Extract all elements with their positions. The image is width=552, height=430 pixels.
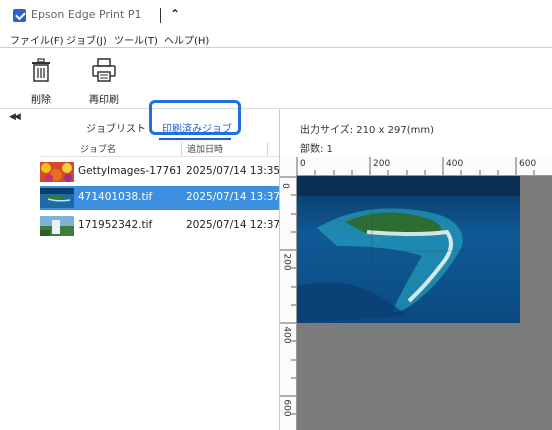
job-date: 2025/07/14 13:37 xyxy=(186,191,279,203)
flowers-thumbnail xyxy=(40,162,74,182)
ruler-label: 0 xyxy=(300,159,306,169)
callout-highlight xyxy=(149,100,241,135)
ruler-label: 400 xyxy=(446,159,464,169)
ruler-label: 200 xyxy=(373,159,391,169)
menu-bar: ファイル(F) ジョブ(J) ツール(T) ヘルプ(H) xyxy=(0,30,552,48)
reprint-label: 再印刷 xyxy=(89,95,119,106)
horizontal-ruler: 0 200 400 600 xyxy=(280,157,552,176)
horizontal-ruler-ticks xyxy=(296,157,535,175)
menu-file[interactable]: ファイル(F) xyxy=(10,32,64,47)
collapse-ribbon-icon[interactable]: ⌃ xyxy=(170,7,180,21)
vertical-ruler-ticks xyxy=(280,176,296,415)
print-preview-image xyxy=(297,176,520,323)
title-bar: Epson Edge Print P1 ⌃ xyxy=(0,0,552,30)
reprint-button[interactable]: 再印刷 xyxy=(80,54,128,106)
menu-job[interactable]: ジョブ(J) xyxy=(66,32,107,47)
ruler-label: 600 xyxy=(519,159,537,169)
table-row-selected[interactable]: 471401038.tif 2025/07/14 13:37 xyxy=(40,186,279,210)
delete-button[interactable]: 削除 xyxy=(17,54,65,106)
tab-job-list[interactable]: ジョブリスト xyxy=(86,120,146,135)
table-row[interactable]: GettyImages-17761 2025/07/14 13:35 xyxy=(40,160,279,184)
waterfall-thumbnail xyxy=(40,216,74,236)
menu-help[interactable]: ヘルプ(H) xyxy=(164,32,209,47)
trash-icon xyxy=(32,58,50,82)
column-header-added-date[interactable]: 追加日時 xyxy=(187,142,268,156)
titlebar-separator xyxy=(160,8,161,23)
job-name: 171952342.tif xyxy=(78,219,153,231)
island-thumbnail xyxy=(40,188,74,208)
printer-icon xyxy=(92,58,116,82)
vertical-ruler: 0 200 400 600 xyxy=(280,175,297,430)
copies-text: 部数: 1 xyxy=(300,144,333,155)
toolbar: 削除 再印刷 xyxy=(0,48,552,108)
active-tab-indicator xyxy=(159,138,231,140)
job-date: 2025/07/14 12:37 xyxy=(186,219,279,231)
ruler-label: 0 xyxy=(279,183,290,189)
delete-label: 削除 xyxy=(31,95,51,106)
ruler-label: 200 xyxy=(281,253,292,271)
ruler-label: 600 xyxy=(281,399,292,417)
job-name: 471401038.tif xyxy=(78,191,153,203)
job-name: GettyImages-17761 xyxy=(78,165,180,177)
output-size-text: 出力サイズ: 210 x 297(mm) xyxy=(300,125,434,136)
job-list-panel: ◀◀ ジョブリスト 印刷済みジョブ xyxy=(0,109,279,430)
window-title: Epson Edge Print P1 xyxy=(31,8,142,21)
job-date: 2025/07/14 13:35 xyxy=(186,165,279,177)
ruler-label: 400 xyxy=(281,326,292,344)
header-divider xyxy=(40,156,279,157)
menu-tools[interactable]: ツール(T) xyxy=(114,32,158,47)
column-header-job-name[interactable]: ジョブ名 xyxy=(80,142,182,156)
table-row[interactable]: 171952342.tif 2025/07/14 12:37 xyxy=(40,214,279,238)
collapse-panel-icon[interactable]: ◀◀ xyxy=(9,112,21,122)
app-icon xyxy=(13,9,26,22)
